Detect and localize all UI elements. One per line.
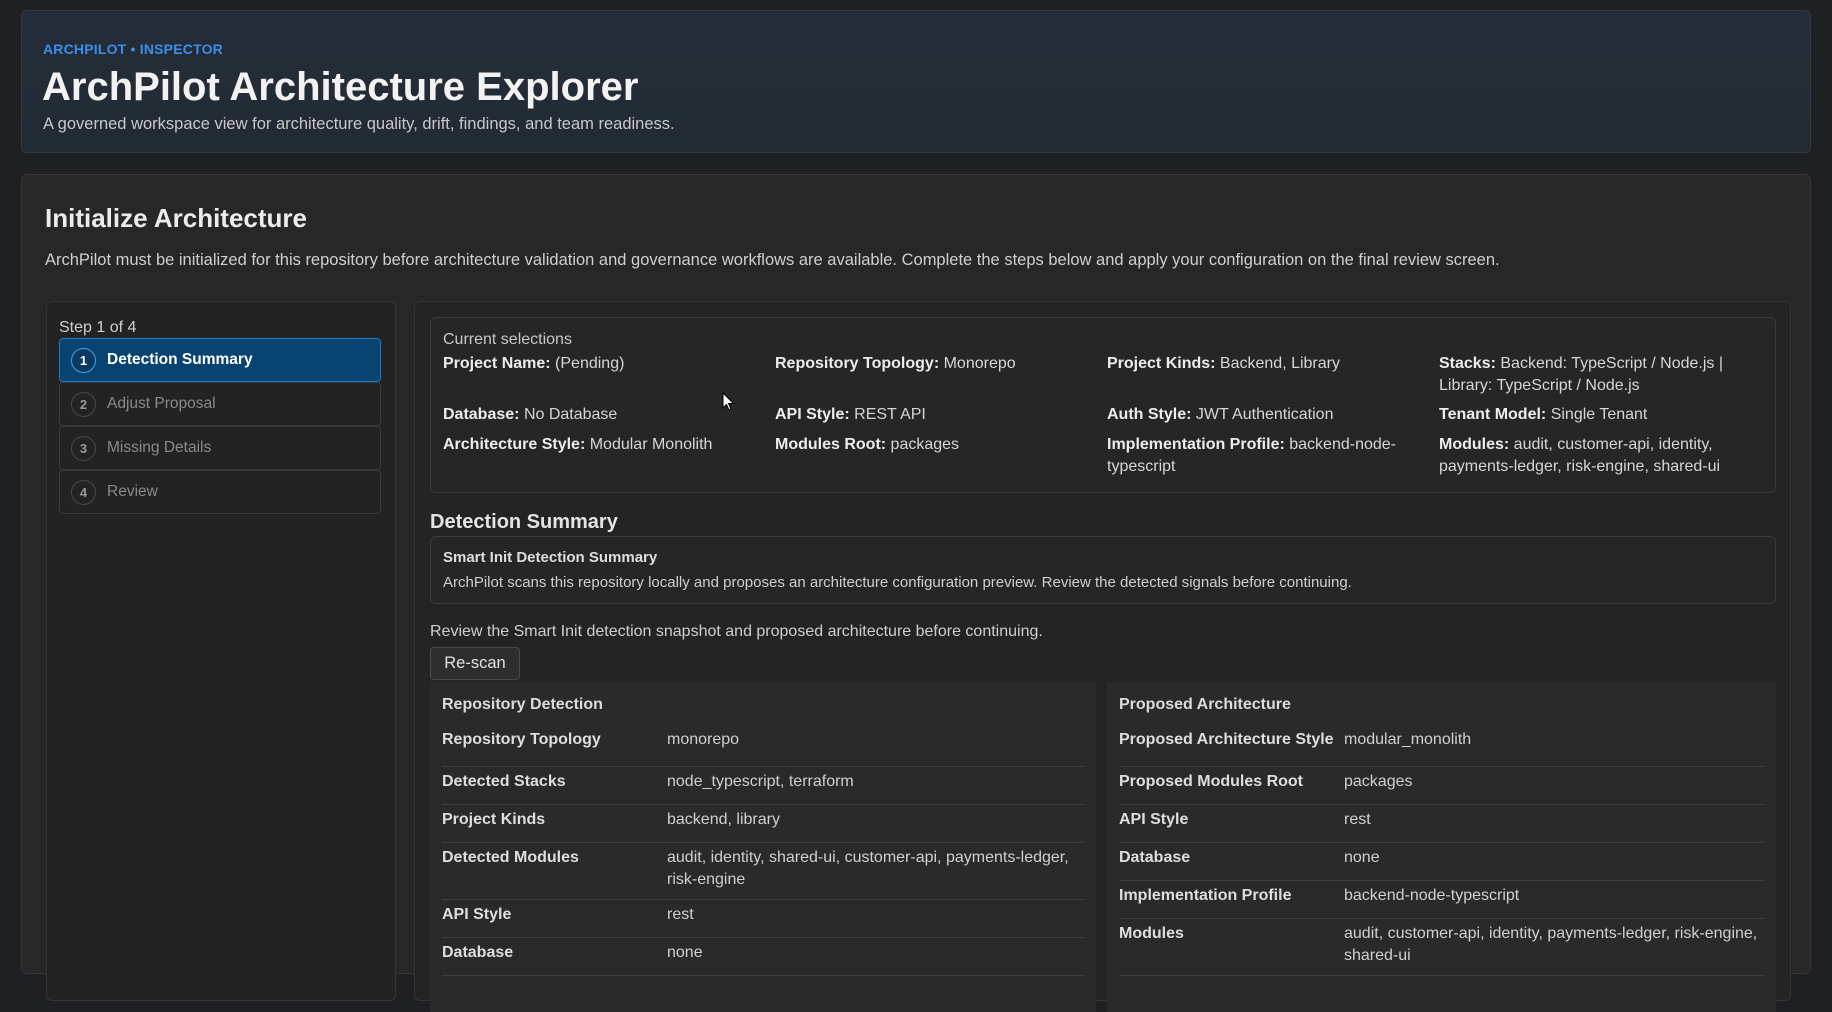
step-number: 2 bbox=[71, 391, 96, 417]
row-key: API Style bbox=[1119, 811, 1189, 828]
step-missing-details[interactable]: 3 Missing Details bbox=[59, 426, 381, 470]
row-value: monorepo bbox=[667, 731, 740, 748]
table-row: Modules audit, customer-api, identity, p… bbox=[1119, 919, 1764, 976]
row-key: Repository Topology bbox=[442, 731, 601, 748]
review-note: Review the Smart Init detection snapshot… bbox=[430, 623, 1043, 640]
detection-summary-heading: Detection Summary bbox=[430, 511, 618, 533]
row-key: API Style bbox=[442, 906, 512, 923]
step-label: Missing Details bbox=[107, 439, 212, 456]
table-row: Proposed Architecture Style modular_mono… bbox=[1119, 729, 1764, 767]
row-key: Modules bbox=[1119, 925, 1184, 942]
table-row: Database none bbox=[442, 938, 1084, 976]
panel-title: Repository Detection bbox=[442, 696, 603, 713]
step-number: 3 bbox=[71, 435, 96, 461]
rescan-button[interactable]: Re-scan bbox=[430, 647, 520, 680]
row-value: backend-node-typescript bbox=[1344, 887, 1520, 904]
row-key: Proposed Architecture Style bbox=[1119, 731, 1334, 748]
step-adjust-proposal[interactable]: 2 Adjust Proposal bbox=[59, 382, 381, 426]
row-value: node_typescript, terraform bbox=[667, 773, 854, 790]
row-value: rest bbox=[667, 906, 694, 923]
step-content: Current selections Project Name: (Pendin… bbox=[414, 301, 1791, 1012]
detection-box-text: ArchPilot scans this repository locally … bbox=[443, 574, 1352, 591]
selection-project-name: Project Name: (Pending) bbox=[443, 355, 625, 372]
step-label: Adjust Proposal bbox=[107, 395, 216, 412]
app-eyebrow: ARCHPILOT • INSPECTOR bbox=[43, 41, 223, 57]
table-row: Project Kinds backend, library bbox=[442, 805, 1084, 843]
app-header: ARCHPILOT • INSPECTOR ArchPilot Architec… bbox=[21, 10, 1811, 153]
table-row: Database none bbox=[1119, 843, 1764, 881]
selection-auth-style: Auth Style: JWT Authentication bbox=[1107, 406, 1334, 423]
row-key: Proposed Modules Root bbox=[1119, 773, 1303, 790]
table-row: API Style rest bbox=[442, 900, 1084, 938]
selection-modules-root: Modules Root: packages bbox=[775, 436, 960, 453]
row-value: none bbox=[1344, 849, 1380, 866]
panel-title: Proposed Architecture bbox=[1119, 696, 1291, 713]
detection-box-title: Smart Init Detection Summary bbox=[443, 549, 658, 566]
detection-summary-box: Smart Init Detection Summary ArchPilot s… bbox=[430, 536, 1776, 604]
table-row: API Style rest bbox=[1119, 805, 1764, 843]
selection-project-kinds: Project Kinds: Backend, Library bbox=[1107, 355, 1340, 372]
table-row: Proposed Modules Root packages bbox=[1119, 767, 1764, 805]
table-row: Detected Modules audit, identity, shared… bbox=[442, 843, 1084, 900]
current-selections: Current selections Project Name: (Pendin… bbox=[430, 317, 1776, 493]
selection-architecture-style: Architecture Style: Modular Monolith bbox=[443, 436, 713, 453]
row-key: Project Kinds bbox=[442, 811, 546, 828]
row-value: packages bbox=[1344, 773, 1413, 790]
row-value: rest bbox=[1344, 811, 1371, 828]
row-key: Implementation Profile bbox=[1119, 887, 1292, 904]
row-key: Detected Modules bbox=[442, 849, 579, 866]
wizard-stepper: Step 1 of 4 1 Detection Summary 2 Adjust… bbox=[46, 301, 396, 1001]
row-value: modular_monolith bbox=[1344, 731, 1472, 748]
table-row: Implementation Profile backend-node-type… bbox=[1119, 881, 1764, 919]
row-key: Database bbox=[1119, 849, 1191, 866]
selections-title: Current selections bbox=[443, 331, 572, 348]
init-architecture-panel: Initialize Architecture ArchPilot must b… bbox=[21, 174, 1811, 1012]
row-value: backend, library bbox=[667, 811, 780, 828]
step-review[interactable]: 4 Review bbox=[59, 470, 381, 514]
app-subtitle: A governed workspace view for architectu… bbox=[43, 115, 675, 133]
row-value: audit, identity, shared-ui, customer-api… bbox=[667, 849, 1069, 888]
repository-detection-panel: Repository Detection Repository Topology… bbox=[430, 682, 1096, 1012]
selection-tenant-model: Tenant Model: Single Tenant bbox=[1439, 406, 1648, 423]
page-description: ArchPilot must be initialized for this r… bbox=[45, 251, 1500, 269]
step-number: 1 bbox=[71, 347, 96, 373]
step-label: Review bbox=[107, 483, 158, 500]
selection-modules: Modules: audit, customer-api, identity, … bbox=[1439, 436, 1721, 475]
step-counter: Step 1 of 4 bbox=[59, 319, 137, 336]
selection-database: Database: No Database bbox=[443, 406, 618, 423]
table-row: Detected Stacks node_typescript, terrafo… bbox=[442, 767, 1084, 805]
page-title: Initialize Architecture bbox=[45, 203, 307, 233]
selection-api-style: API Style: REST API bbox=[775, 406, 926, 423]
selection-repository-topology: Repository Topology: Monorepo bbox=[775, 355, 1016, 372]
step-number: 4 bbox=[71, 479, 96, 505]
mouse-cursor-icon bbox=[722, 391, 735, 411]
proposed-architecture-panel: Proposed Architecture Proposed Architect… bbox=[1107, 682, 1776, 1012]
step-label: Detection Summary bbox=[107, 351, 253, 368]
step-detection-summary[interactable]: 1 Detection Summary bbox=[59, 338, 381, 382]
row-key: Detected Stacks bbox=[442, 773, 566, 790]
table-row: Repository Topology monorepo bbox=[442, 729, 1084, 767]
app-title: ArchPilot Architecture Explorer bbox=[42, 65, 639, 109]
selection-implementation-profile: Implementation Profile: backend-node-typ… bbox=[1107, 436, 1396, 475]
row-value: audit, customer-api, identity, payments-… bbox=[1344, 925, 1758, 964]
selection-stacks: Stacks: Backend: TypeScript / Node.js | … bbox=[1439, 355, 1724, 394]
